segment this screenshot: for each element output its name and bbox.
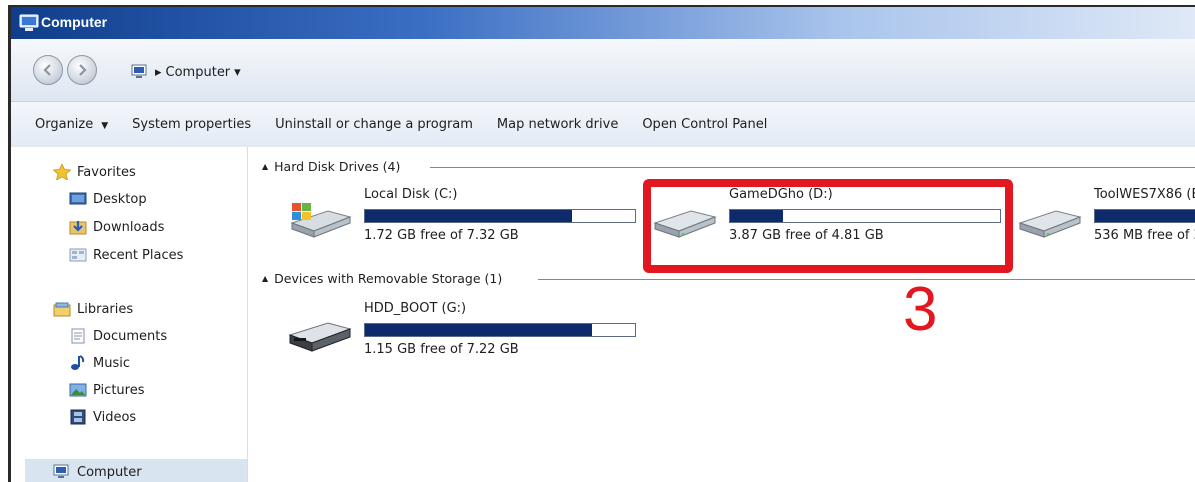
open-control-panel-button[interactable]: Open Control Panel (630, 117, 779, 132)
nav-item-label: Documents (93, 328, 168, 344)
group-label: Hard Disk Drives (4) (274, 158, 401, 174)
windows-drive-icon (290, 203, 352, 238)
removable-drive-icon (288, 322, 352, 352)
nav-item-label: Music (93, 355, 130, 371)
computer-icon (19, 14, 39, 31)
navigation-pane: Favorites Desktop Downloads Recent Place… (11, 147, 248, 482)
group-divider (538, 279, 1195, 280)
forward-arrow-icon (79, 64, 87, 76)
group-header-removable[interactable]: ▲ Devices with Removable Storage (1) (262, 269, 502, 287)
downloads-icon (69, 221, 87, 235)
nav-item-label: Recent Places (93, 247, 184, 263)
organize-button[interactable]: Organize ▼ (11, 117, 120, 132)
videos-icon (70, 409, 86, 425)
drive-free-space: 1.15 GB free of 7.22 GB (364, 342, 519, 357)
music-icon (71, 355, 85, 370)
desktop-icon (69, 192, 87, 205)
drive-usage-bar (364, 209, 636, 223)
documents-icon (71, 328, 85, 344)
address-bar: ▸ Computer ▾ (11, 39, 1195, 101)
drive-name: Local Disk (C:) (364, 187, 458, 202)
drive-e[interactable]: ToolWES7X86 (E 536 MB free of 2 (1018, 187, 1195, 251)
uninstall-program-button[interactable]: Uninstall or change a program (263, 117, 485, 132)
back-arrow-icon (43, 64, 51, 76)
drive-free-space: 1.72 GB free of 7.32 GB (364, 228, 519, 243)
nav-item-videos[interactable]: Videos (69, 407, 136, 427)
drive-free-space: 536 MB free of 2 (1094, 228, 1195, 243)
nav-item-recent-places[interactable]: Recent Places (69, 245, 183, 265)
organize-label: Organize (35, 117, 94, 132)
address-separator[interactable]: ▸ (155, 65, 162, 80)
nav-favorites[interactable]: Favorites (53, 162, 136, 182)
nav-item-desktop[interactable]: Desktop (69, 189, 147, 209)
content-pane: ▲ Hard Disk Drives (4) Local Disk (C:) 1… (248, 147, 1195, 482)
pictures-icon (69, 383, 87, 397)
drive-name: HDD_BOOT (G:) (364, 301, 467, 316)
nav-item-label: Desktop (93, 191, 147, 207)
nav-item-downloads[interactable]: Downloads (69, 217, 164, 237)
nav-item-label: Downloads (93, 219, 165, 235)
nav-item-label: Pictures (93, 382, 145, 398)
libraries-icon (53, 302, 71, 317)
group-label: Devices with Removable Storage (1) (274, 270, 503, 286)
map-network-drive-button[interactable]: Map network drive (485, 117, 630, 132)
drive-usage-bar (364, 323, 636, 337)
drive-usage-bar (1094, 209, 1195, 223)
drive-c[interactable]: Local Disk (C:) 1.72 GB free of 7.32 GB (288, 187, 636, 251)
back-button[interactable] (33, 55, 63, 85)
system-properties-button[interactable]: System properties (120, 117, 263, 132)
nav-libraries-label: Libraries (77, 301, 134, 317)
highlight-box (643, 179, 1013, 273)
nav-computer[interactable]: Computer (53, 462, 142, 482)
recent-places-icon (69, 248, 87, 262)
address-path[interactable]: Computer (166, 65, 231, 80)
window-title: Computer (41, 14, 108, 30)
drive-name: ToolWES7X86 (E (1094, 187, 1195, 202)
nav-libraries[interactable]: Libraries (53, 299, 133, 319)
nav-item-label: Videos (93, 409, 137, 425)
collapse-arrow-icon: ▲ (262, 161, 269, 171)
star-icon (53, 164, 71, 180)
nav-computer-label: Computer (77, 464, 142, 480)
nav-item-pictures[interactable]: Pictures (69, 380, 144, 400)
chevron-down-icon: ▼ (101, 121, 109, 131)
nav-item-documents[interactable]: Documents (69, 326, 167, 346)
drive-g[interactable]: HDD_BOOT (G:) 1.15 GB free of 7.22 GB (288, 301, 636, 365)
explorer-window: Computer ▸ Computer ▾ Organize ▼ System p… (8, 5, 1195, 482)
forward-button[interactable] (67, 55, 97, 85)
address-dropdown[interactable]: ▾ (234, 65, 241, 80)
hard-drive-icon (1018, 210, 1082, 238)
annotation-number: 3 (903, 275, 938, 344)
computer-icon (131, 64, 147, 78)
group-divider (430, 167, 1195, 168)
title-bar[interactable]: Computer (11, 7, 1195, 39)
address-box[interactable]: ▸ Computer ▾ (131, 59, 1195, 85)
command-bar: Organize ▼ System properties Uninstall or… (11, 101, 1195, 148)
nav-item-music[interactable]: Music (69, 353, 130, 373)
group-header-hdd[interactable]: ▲ Hard Disk Drives (4) (262, 157, 400, 175)
computer-icon (53, 464, 69, 478)
nav-favorites-label: Favorites (77, 164, 136, 180)
collapse-arrow-icon: ▲ (262, 273, 269, 283)
